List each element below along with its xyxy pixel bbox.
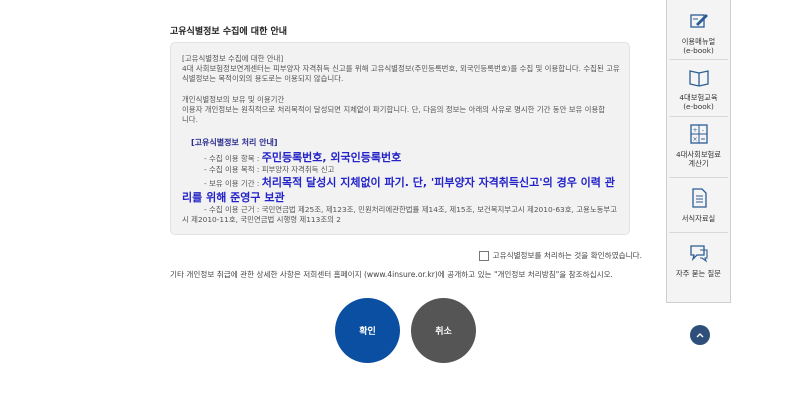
quick-label-edu: 4대보험교육 (e-book) — [679, 93, 718, 111]
cancel-button[interactable]: 취소 — [411, 298, 476, 363]
quick-item-manual[interactable]: 이용매뉴얼 (e-book) — [667, 10, 730, 55]
confirm-checkbox[interactable] — [478, 250, 489, 261]
svg-text:-: - — [701, 127, 703, 134]
items-value: 주민등록번호, 외국인등록번호 — [261, 151, 402, 164]
document-icon — [691, 188, 707, 208]
svg-text:=: = — [700, 136, 705, 143]
ok-button[interactable]: 확인 — [335, 298, 400, 363]
chat-icon — [689, 245, 708, 263]
quick-label-manual: 이용매뉴얼 (e-book) — [681, 37, 716, 55]
quick-item-calc[interactable]: + - × = 4대사회보험료 계산기 — [667, 123, 730, 168]
quick-label-faq: 자주 묻는 질문 — [676, 269, 721, 278]
items-label: - 수집 이용 항목 : — [204, 154, 262, 163]
purpose-row: - 수집 이용 목적 : 피부양자 자격취득 신고 — [204, 165, 335, 174]
pencil-icon — [689, 14, 708, 28]
notice-intro-body: 4대 사회보험정보연계센터는 피부양자 자격취득 신고를 위해 고유식별정보(주… — [182, 64, 620, 83]
retention-body: 이용자 개인정보는 원칙적으로 처리목적이 달성되면 지체없이 파기합니다. 단… — [182, 105, 606, 124]
notice-box: [고유식별정보 수집에 대한 안내] 4대 사회보험정보연계센터는 피부양자 자… — [170, 42, 630, 235]
notice-intro-heading: [고유식별정보 수집에 대한 안내] — [182, 54, 284, 63]
basis-row: - 수집 이용 근거 : 국민연금법 제25조, 제123조, 민원처리에관한법… — [182, 205, 618, 224]
svg-text:+: + — [692, 127, 697, 134]
quick-item-forms[interactable]: 서식자료실 — [667, 187, 730, 223]
scroll-top-button[interactable] — [690, 325, 710, 345]
chevron-up-icon — [696, 333, 704, 338]
period-label: - 보유 이용 기간 : — [204, 179, 262, 188]
page-title: 고유식별정보 수집에 대한 안내 — [170, 27, 288, 37]
retention-heading: 개인식별정보의 보유 및 이용기간 — [182, 95, 285, 104]
process-title: [고유식별정보 처리 안내] — [191, 138, 278, 147]
quick-item-faq[interactable]: 자주 묻는 질문 — [667, 242, 730, 278]
period-row: - 보유 이용 기간 : 처리목적 달성시 지체없이 파기. 단, '피부양자 … — [182, 175, 629, 205]
quick-menu: 이용매뉴얼 (e-book) 4대보험교육 (e-book) + - × = 4… — [666, 0, 731, 303]
quick-label-calc: 4대사회보험료 계산기 — [676, 150, 721, 168]
calculator-icon: + - × = — [689, 124, 708, 144]
items-row: - 수집 이용 항목 : 주민등록번호, 외국인등록번호 — [204, 151, 629, 165]
book-icon — [688, 70, 709, 87]
other-info-text: 기타 개인정보 취급에 관한 상세한 사항은 저희센터 홈페이지 (www.4i… — [170, 270, 613, 279]
confirm-checkbox-row[interactable]: 고유식별정보를 처리하는 것을 확인하였습니다. — [478, 250, 642, 261]
quick-label-forms: 서식자료실 — [681, 214, 716, 223]
quick-item-edu[interactable]: 4대보험교육 (e-book) — [667, 66, 730, 111]
svg-text:×: × — [692, 136, 697, 143]
confirm-label[interactable]: 고유식별정보를 처리하는 것을 확인하였습니다. — [493, 250, 642, 261]
